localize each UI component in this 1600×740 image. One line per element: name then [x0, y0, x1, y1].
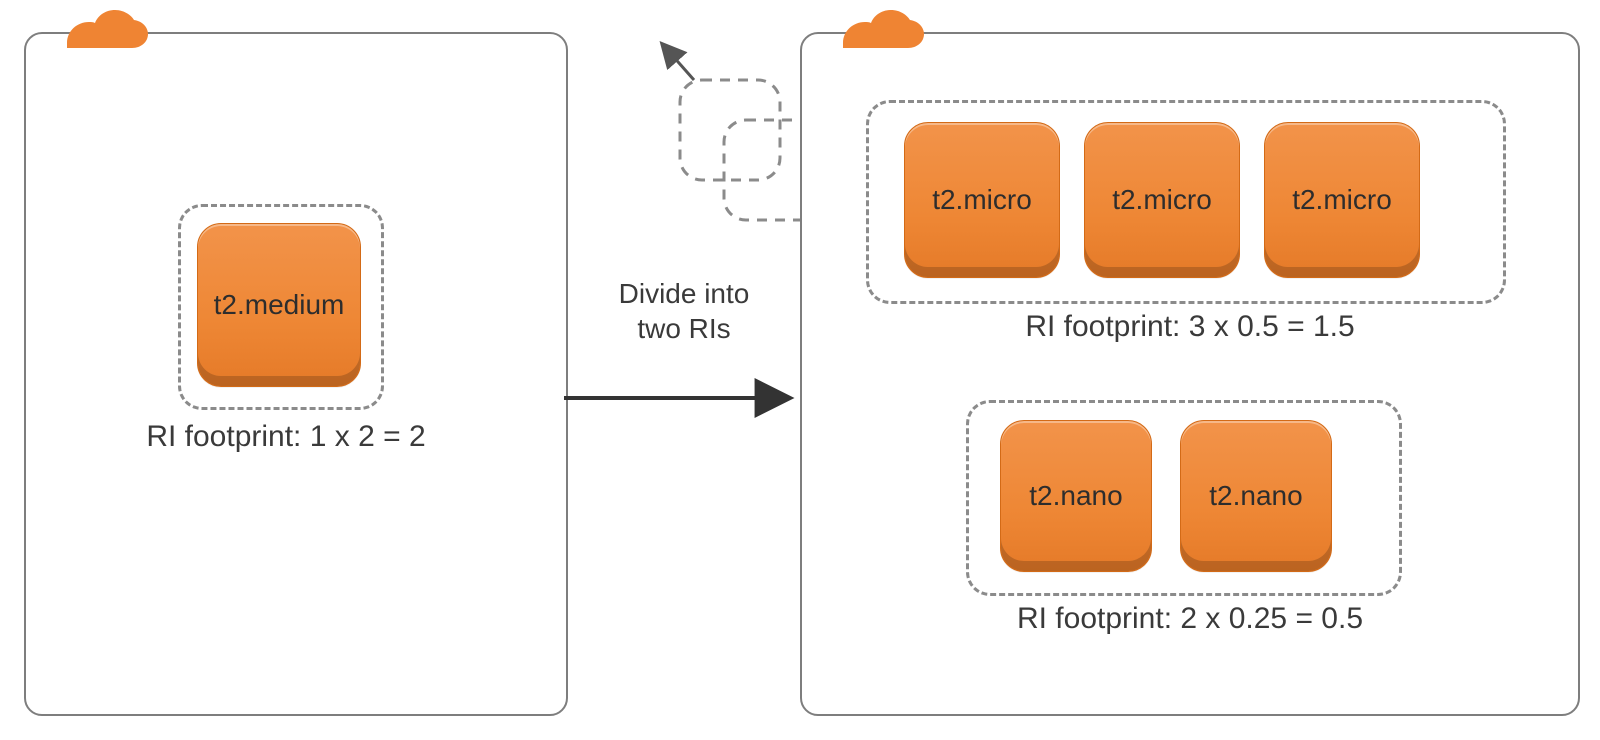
footprint-caption-medium: RI footprint: 1 x 2 = 2	[126, 420, 446, 454]
instance-t2-micro: t2.micro	[1084, 122, 1240, 278]
instance-t2-micro: t2.micro	[1264, 122, 1420, 278]
instance-label: t2.micro	[932, 184, 1032, 216]
divide-label-line2: two RIs	[637, 313, 730, 344]
instance-label: t2.medium	[214, 289, 345, 321]
instance-t2-medium: t2.medium	[197, 223, 361, 387]
cloud-icon	[62, 10, 152, 64]
footprint-caption-nano: RI footprint: 2 x 0.25 = 0.5	[940, 602, 1440, 636]
arrow-icon	[560, 378, 800, 418]
divide-label-line1: Divide into	[619, 278, 750, 309]
instance-t2-nano: t2.nano	[1000, 420, 1152, 572]
instance-label: t2.nano	[1209, 480, 1302, 512]
instance-label: t2.micro	[1292, 184, 1392, 216]
instance-t2-micro: t2.micro	[904, 122, 1060, 278]
footprint-caption-micro: RI footprint: 3 x 0.5 = 1.5	[940, 310, 1440, 344]
instance-label: t2.nano	[1029, 480, 1122, 512]
instance-label: t2.micro	[1112, 184, 1212, 216]
cloud-icon	[838, 10, 928, 64]
divide-label: Divide into two RIs	[574, 276, 794, 346]
instance-t2-nano: t2.nano	[1180, 420, 1332, 572]
